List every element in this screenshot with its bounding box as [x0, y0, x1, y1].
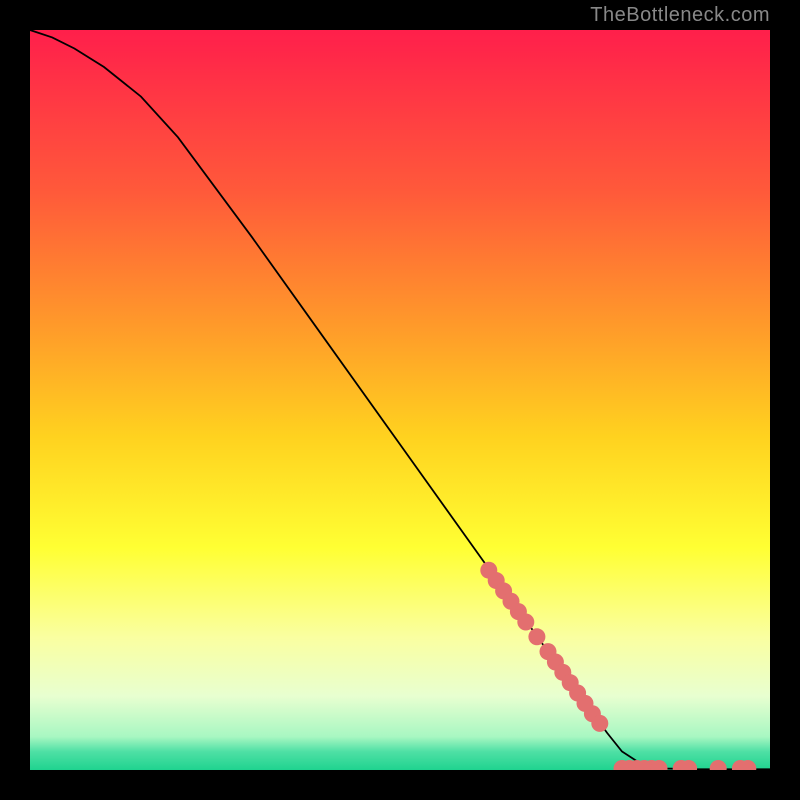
gradient-background	[30, 30, 770, 770]
watermark-text: TheBottleneck.com	[590, 4, 770, 27]
chart-svg	[30, 30, 770, 770]
plot-area	[30, 30, 770, 770]
chart-container: TheBottleneck.com	[0, 0, 800, 800]
data-marker	[528, 628, 545, 645]
data-marker	[591, 715, 608, 732]
data-marker	[517, 614, 534, 631]
